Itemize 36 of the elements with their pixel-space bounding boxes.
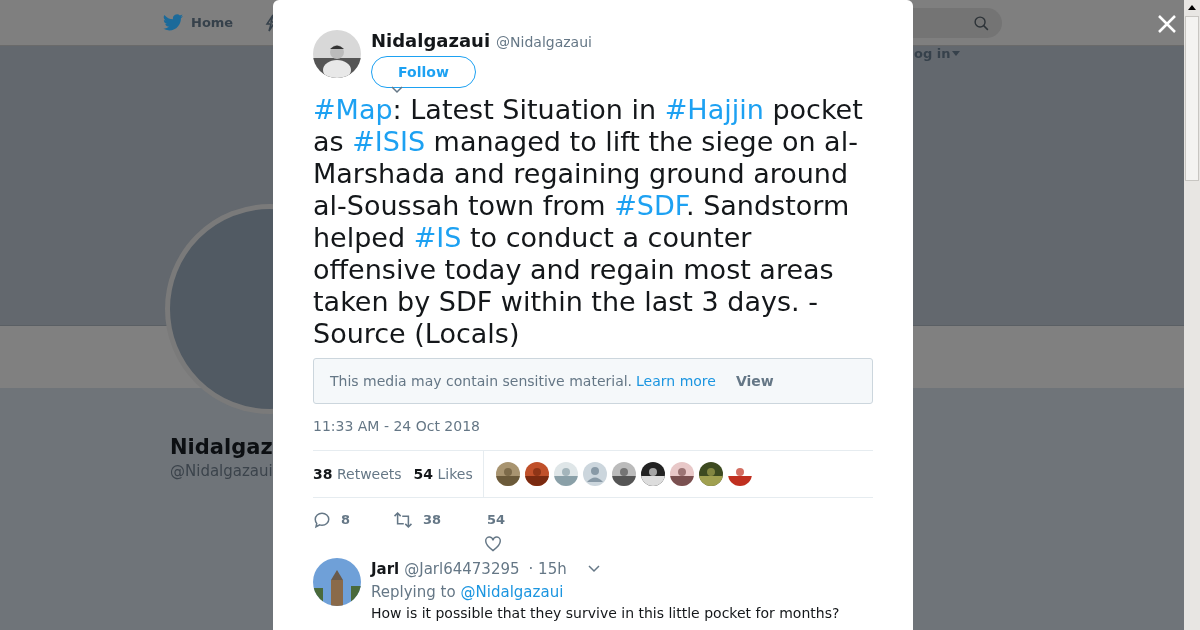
mention-link[interactable]: @Nidalgazaui	[460, 580, 564, 603]
close-icon	[1157, 14, 1177, 34]
bird-icon	[163, 14, 183, 31]
reply-time[interactable]: · 15h	[528, 558, 567, 581]
hashtag-link[interactable]: #Map	[313, 94, 393, 125]
stat-link[interactable]: 54 Likes	[413, 463, 473, 485]
author-name[interactable]: Nidalgazaui	[371, 30, 491, 52]
chevron-icon[interactable]	[587, 565, 600, 574]
reply-author-handle[interactable]: @Jarl64473295	[404, 558, 520, 581]
reply-count: 8	[341, 511, 351, 529]
learn-more-link[interactable]: Learn more	[636, 370, 716, 392]
replying-label: Replying to	[371, 581, 456, 603]
like-count: 54	[486, 511, 506, 529]
hashtag-link[interactable]: #ISIS	[352, 126, 426, 157]
view-button[interactable]: View	[735, 370, 774, 392]
scroll-thumb[interactable]	[1185, 16, 1199, 181]
profile-name: Nidalgaz	[170, 434, 273, 461]
timestamp[interactable]: 11:33 AM - 24 Oct 2018	[313, 416, 873, 437]
home-tab[interactable]: Home	[163, 12, 234, 33]
hashtag-link[interactable]: #Hajjin	[664, 94, 764, 125]
search-icon	[973, 14, 990, 32]
reply-text: How is it possible that they survive in this little pocket for months?	[371, 605, 840, 621]
chevron-icon[interactable]	[391, 86, 403, 94]
scrollbar[interactable]	[1184, 0, 1200, 630]
retweet-icon[interactable]	[393, 510, 413, 529]
reply-author-name[interactable]: Jarl	[371, 558, 400, 581]
stat-link[interactable]: 38 Retweets	[313, 463, 402, 485]
hashtag-link[interactable]: #IS	[413, 222, 462, 253]
heart-icon[interactable]	[484, 535, 502, 552]
tweet-text: #Map: Latest Situation in #Hajjin pocket as #ISIS managed to lift the siege on al-Marshada and regaining ground around al-Soussah town from #SDF. Sandstorm helped #IS to conduct a counter offensive today and regain most areas taken by SDF within the last 3 days. - Source (Locals)	[313, 94, 864, 350]
hashtag-link[interactable]: #SDF	[614, 190, 686, 221]
sensitive-message: This media may contain sensitive material.	[330, 371, 633, 391]
retweet-count: 38	[423, 511, 442, 529]
speech-bubble-icon[interactable]	[313, 510, 331, 529]
caret-icon	[952, 51, 961, 57]
author-handle[interactable]: @Nidalgazaui	[496, 31, 592, 53]
